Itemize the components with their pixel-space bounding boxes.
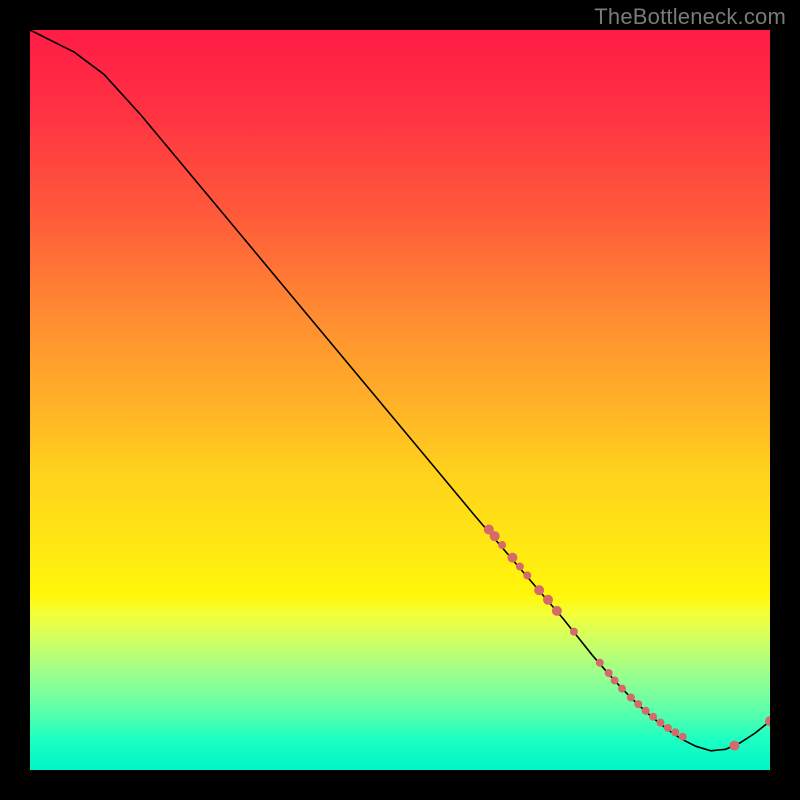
data-marker	[656, 719, 664, 727]
chart-container: TheBottleneck.com	[0, 0, 800, 800]
bottleneck-curve	[30, 30, 770, 751]
data-marker	[596, 659, 604, 667]
data-marker	[552, 606, 562, 616]
data-marker	[611, 676, 619, 684]
data-marker	[649, 713, 657, 721]
data-marker	[534, 585, 544, 595]
data-marker	[543, 595, 553, 605]
data-marker	[523, 571, 531, 579]
plot-area	[30, 30, 770, 770]
data-marker	[642, 707, 650, 715]
data-markers	[484, 525, 770, 751]
data-marker	[627, 693, 635, 701]
data-marker	[664, 724, 672, 732]
data-marker	[618, 685, 626, 693]
data-marker	[490, 531, 500, 541]
data-marker	[729, 741, 739, 751]
watermark-text: TheBottleneck.com	[594, 4, 786, 30]
data-marker	[507, 553, 517, 563]
data-marker	[498, 541, 506, 549]
data-marker	[634, 700, 642, 708]
data-marker	[671, 728, 679, 736]
data-marker	[570, 628, 578, 636]
data-marker	[679, 733, 687, 741]
data-marker	[605, 669, 613, 677]
data-marker	[516, 563, 524, 571]
chart-overlay	[30, 30, 770, 770]
